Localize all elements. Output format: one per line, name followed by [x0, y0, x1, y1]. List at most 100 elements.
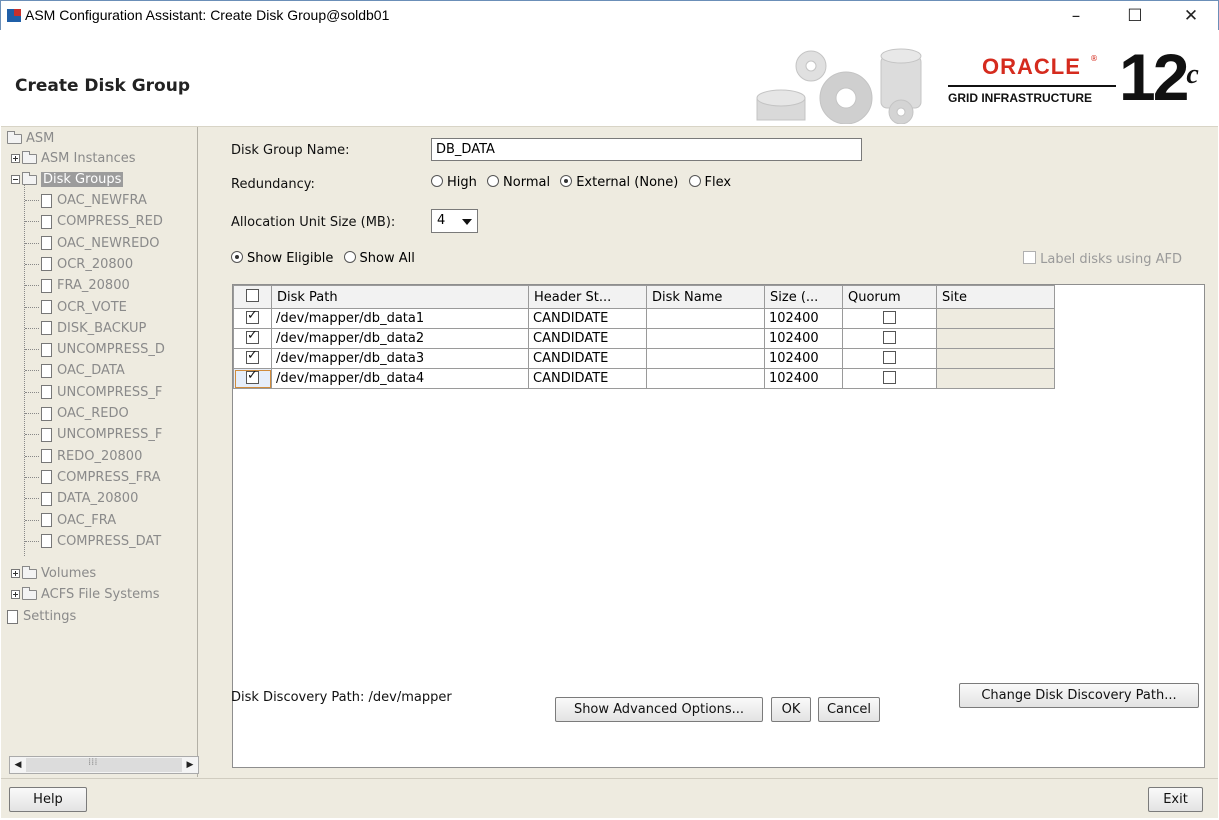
redundancy-flex-radio[interactable]: Flex — [688, 175, 731, 190]
collapse-icon[interactable] — [11, 175, 20, 184]
row-checkbox[interactable] — [246, 348, 259, 364]
header-status-cell[interactable]: CANDIDATE — [528, 348, 647, 369]
quorum-checkbox[interactable] — [883, 330, 896, 344]
size-cell[interactable]: 102400 — [764, 348, 843, 369]
scroll-thumb[interactable] — [26, 757, 182, 772]
maximize-button[interactable]: ☐ — [1115, 5, 1155, 27]
disk-path-cell[interactable]: /dev/mapper/db_data4 — [271, 368, 529, 389]
show-eligible-radio[interactable]: Show Eligible — [231, 251, 333, 266]
column-header-header-status[interactable]: Header St... — [528, 285, 647, 309]
quorum-cell[interactable] — [842, 328, 937, 349]
tree-item-disk-group[interactable]: OAC_REDO — [25, 404, 129, 423]
help-button[interactable]: Help — [9, 787, 87, 812]
tree-item-disk-group[interactable]: OCR_VOTE — [25, 298, 127, 317]
redundancy-normal-radio[interactable]: Normal — [487, 175, 550, 190]
label-disks-afd-checkbox[interactable]: Label disks using AFD — [1023, 251, 1182, 267]
site-cell[interactable] — [936, 328, 1055, 349]
tree-item-disk-group[interactable]: OAC_NEWFRA — [25, 191, 147, 210]
disk-group-name-input[interactable]: DB_DATA — [431, 138, 862, 161]
site-cell[interactable] — [936, 348, 1055, 369]
change-discovery-path-button[interactable]: Change Disk Discovery Path... — [959, 683, 1199, 708]
expand-icon[interactable] — [11, 154, 20, 163]
size-cell[interactable]: 102400 — [764, 308, 843, 329]
tree-item-disk-group[interactable]: UNCOMPRESS_D — [25, 340, 165, 359]
close-button[interactable]: ✕ — [1171, 5, 1211, 27]
quorum-checkbox[interactable] — [883, 310, 896, 324]
quorum-cell[interactable] — [842, 348, 937, 369]
tree-item-asm[interactable]: ASM — [7, 129, 54, 148]
table-row[interactable]: /dev/mapper/db_data2CANDIDATE 102400 — [233, 328, 1055, 349]
show-all-radio[interactable]: Show All — [343, 251, 415, 266]
row-checkbox[interactable] — [246, 368, 259, 384]
allocation-unit-select[interactable]: 4 — [431, 209, 478, 233]
tree-item-settings[interactable]: Settings — [7, 607, 76, 626]
disk-name-cell[interactable] — [646, 368, 765, 389]
header-status-cell[interactable]: CANDIDATE — [528, 308, 647, 329]
quorum-cell[interactable] — [842, 308, 937, 329]
header-status-cell[interactable]: CANDIDATE — [528, 328, 647, 349]
tree-item-disk-group[interactable]: FRA_20800 — [25, 276, 130, 295]
table-row[interactable]: /dev/mapper/db_data3CANDIDATE 102400 — [233, 348, 1055, 369]
column-header-disk-path[interactable]: Disk Path — [271, 285, 529, 309]
tree-item-disk-groups[interactable]: Disk Groups — [11, 170, 124, 189]
disk-name-cell[interactable] — [646, 348, 765, 369]
select-all-checkbox[interactable] — [246, 289, 259, 302]
tree-item-disk-group[interactable]: OCR_20800 — [25, 255, 133, 274]
cancel-button[interactable]: Cancel — [818, 697, 880, 722]
disk-name-cell[interactable] — [646, 328, 765, 349]
row-select-cell[interactable] — [233, 348, 272, 369]
tree-item-disk-group[interactable]: OAC_DATA — [25, 361, 125, 380]
select-all-header[interactable] — [233, 285, 272, 309]
tree-horizontal-scrollbar[interactable]: ◀ ▶ — [9, 756, 199, 774]
redundancy-high-radio[interactable]: High — [431, 175, 477, 190]
row-select-cell[interactable] — [233, 328, 272, 349]
disk-path-cell[interactable]: /dev/mapper/db_data2 — [271, 328, 529, 349]
tree-item-disk-group[interactable]: OAC_NEWREDO — [25, 234, 160, 253]
tree-item-volumes[interactable]: Volumes — [11, 564, 96, 583]
tree-item-disk-group[interactable]: UNCOMPRESS_F — [25, 425, 162, 444]
column-header-disk-name[interactable]: Disk Name — [646, 285, 765, 309]
tree-item-disk-group[interactable]: COMPRESS_FRA — [25, 468, 161, 487]
tree-item-acfs[interactable]: ACFS File Systems — [11, 585, 160, 604]
tree-item-asm-instances[interactable]: ASM Instances — [11, 149, 136, 168]
header-status-cell[interactable]: CANDIDATE — [528, 368, 647, 389]
tree-item-disk-group[interactable]: DISK_BACKUP — [25, 319, 146, 338]
row-select-cell[interactable] — [233, 308, 272, 329]
tree-item-disk-group[interactable]: COMPRESS_RED — [25, 212, 163, 231]
minimize-button[interactable]: – — [1056, 5, 1096, 27]
quorum-checkbox[interactable] — [883, 350, 896, 364]
expand-icon[interactable] — [11, 569, 20, 578]
document-icon — [41, 193, 52, 208]
quorum-checkbox[interactable] — [883, 370, 896, 384]
scroll-right-icon[interactable]: ▶ — [183, 759, 197, 771]
tree-item-disk-group[interactable]: DATA_20800 — [25, 489, 138, 508]
exit-button[interactable]: Exit — [1148, 787, 1203, 812]
table-row[interactable]: /dev/mapper/db_data1CANDIDATE 102400 — [233, 308, 1055, 329]
row-select-cell[interactable] — [233, 368, 272, 389]
disk-path-cell[interactable]: /dev/mapper/db_data3 — [271, 348, 529, 369]
column-header-quorum[interactable]: Quorum — [842, 285, 937, 309]
site-cell[interactable] — [936, 308, 1055, 329]
row-checkbox[interactable] — [246, 308, 259, 324]
show-advanced-options-button[interactable]: Show Advanced Options... — [555, 697, 763, 722]
row-checkbox[interactable] — [246, 328, 259, 344]
site-cell[interactable] — [936, 368, 1055, 389]
quorum-cell[interactable] — [842, 368, 937, 389]
tree-item-disk-group[interactable]: UNCOMPRESS_F — [25, 383, 162, 402]
expand-icon[interactable] — [11, 590, 20, 599]
tree-connector — [25, 498, 39, 500]
disk-name-cell[interactable] — [646, 308, 765, 329]
column-header-size[interactable]: Size (... — [764, 285, 843, 309]
column-header-site[interactable]: Site — [936, 285, 1055, 309]
scroll-left-icon[interactable]: ◀ — [11, 759, 25, 771]
table-row[interactable]: /dev/mapper/db_data4CANDIDATE 102400 — [233, 368, 1055, 389]
disk-path-cell[interactable]: /dev/mapper/db_data1 — [271, 308, 529, 329]
tree-item-disk-group[interactable]: OAC_FRA — [25, 511, 116, 530]
size-cell[interactable]: 102400 — [764, 368, 843, 389]
ok-button[interactable]: OK — [771, 697, 811, 722]
redundancy-external-radio[interactable]: External (None) — [560, 175, 678, 190]
tree-item-disk-group[interactable]: REDO_20800 — [25, 447, 142, 466]
tree-item-disk-group[interactable]: COMPRESS_DAT — [25, 532, 161, 551]
page-title: Create Disk Group — [15, 76, 191, 96]
size-cell[interactable]: 102400 — [764, 328, 843, 349]
